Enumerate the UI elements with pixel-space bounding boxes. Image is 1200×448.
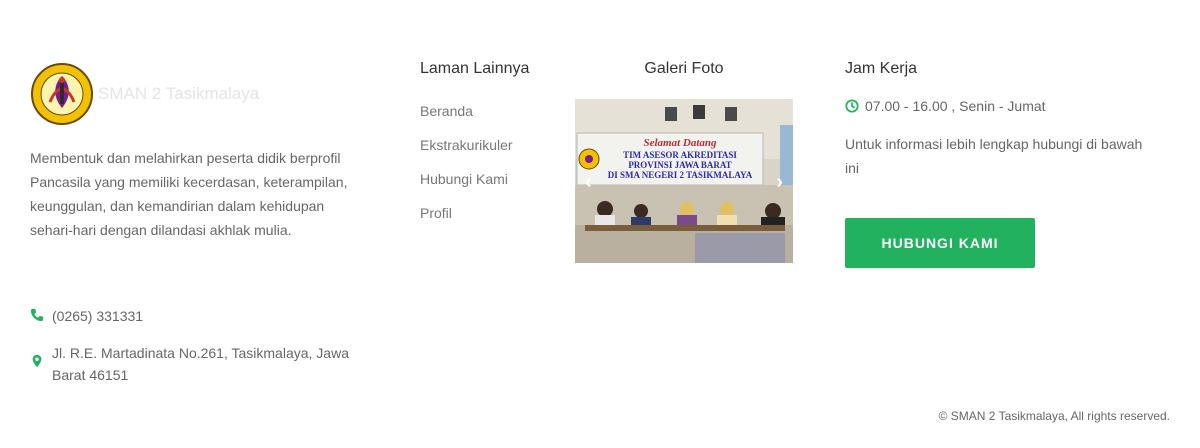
hours-title: Jam Kerja xyxy=(845,60,918,77)
banner-line3: PROVINSI JAWA BARAT xyxy=(628,160,731,170)
address-text: Jl. R.E. Martadinata No.261, Tasikmalaya… xyxy=(52,345,349,383)
link-beranda[interactable]: Beranda xyxy=(420,94,560,128)
gallery-prev-arrow[interactable]: ‹ xyxy=(585,171,592,194)
links-list: Beranda Ekstrakurikuler Hubungi Kami Pro… xyxy=(420,94,560,230)
school-logo xyxy=(31,63,93,125)
gallery-image: Selamat Datang TIM ASESOR AKREDITASI PRO… xyxy=(575,99,793,263)
clock-icon xyxy=(845,99,859,113)
contact-address: Jl. R.E. Martadinata No.261, Tasikmalaya… xyxy=(30,342,360,386)
gallery-next-arrow[interactable]: › xyxy=(776,171,783,194)
banner-line4: DI SMA NEGERI 2 TASIKMALAYA xyxy=(608,170,753,180)
phone-number: (0265) 331331 xyxy=(52,308,144,324)
banner-line2: TIM ASESOR AKREDITASI xyxy=(623,150,737,160)
brand-name[interactable]: SMAN 2 Tasikmalaya xyxy=(98,84,259,104)
link-ekstrakurikuler[interactable]: Ekstrakurikuler xyxy=(420,128,560,162)
link-hubungi-kami[interactable]: Hubungi Kami xyxy=(420,162,560,196)
footer-links: Laman Lainnya Beranda Ekstrakurikuler Hu… xyxy=(420,60,560,230)
contact-us-button[interactable]: HUBUNGI KAMI xyxy=(845,218,1035,268)
link-profil[interactable]: Profil xyxy=(420,196,560,230)
copyright: © SMAN 2 Tasikmalaya, All rights reserve… xyxy=(938,409,1170,423)
map-marker-icon xyxy=(32,354,42,368)
gallery-photo[interactable]: Selamat Datang TIM ASESOR AKREDITASI PRO… xyxy=(575,99,793,263)
hours-time: 07.00 - 16.00 , Senin - Jumat xyxy=(865,98,1046,114)
footer-hours: Jam Kerja 07.00 - 16.00 , Senin - Jumat … xyxy=(845,60,1165,268)
hours-info: Untuk informasi lebih lengkap hubungi di… xyxy=(845,136,1143,176)
footer-brand: SMAN 2 Tasikmalaya Membentuk dan melahir… xyxy=(30,62,360,242)
contact-phone: (0265) 331331 xyxy=(30,306,143,326)
links-title: Laman Lainnya xyxy=(420,60,530,77)
banner-line1: Selamat Datang xyxy=(643,137,717,149)
brand-description: Membentuk dan melahirkan peserta didik b… xyxy=(30,150,348,238)
gallery-title: Galeri Foto xyxy=(644,60,724,77)
footer-gallery: Galeri Foto Selamat Datang TIM ASESOR AK… xyxy=(575,60,793,263)
hours-line: 07.00 - 16.00 , Senin - Jumat xyxy=(845,98,1165,114)
brand-row: SMAN 2 Tasikmalaya xyxy=(30,62,360,126)
phone-icon xyxy=(30,308,44,322)
